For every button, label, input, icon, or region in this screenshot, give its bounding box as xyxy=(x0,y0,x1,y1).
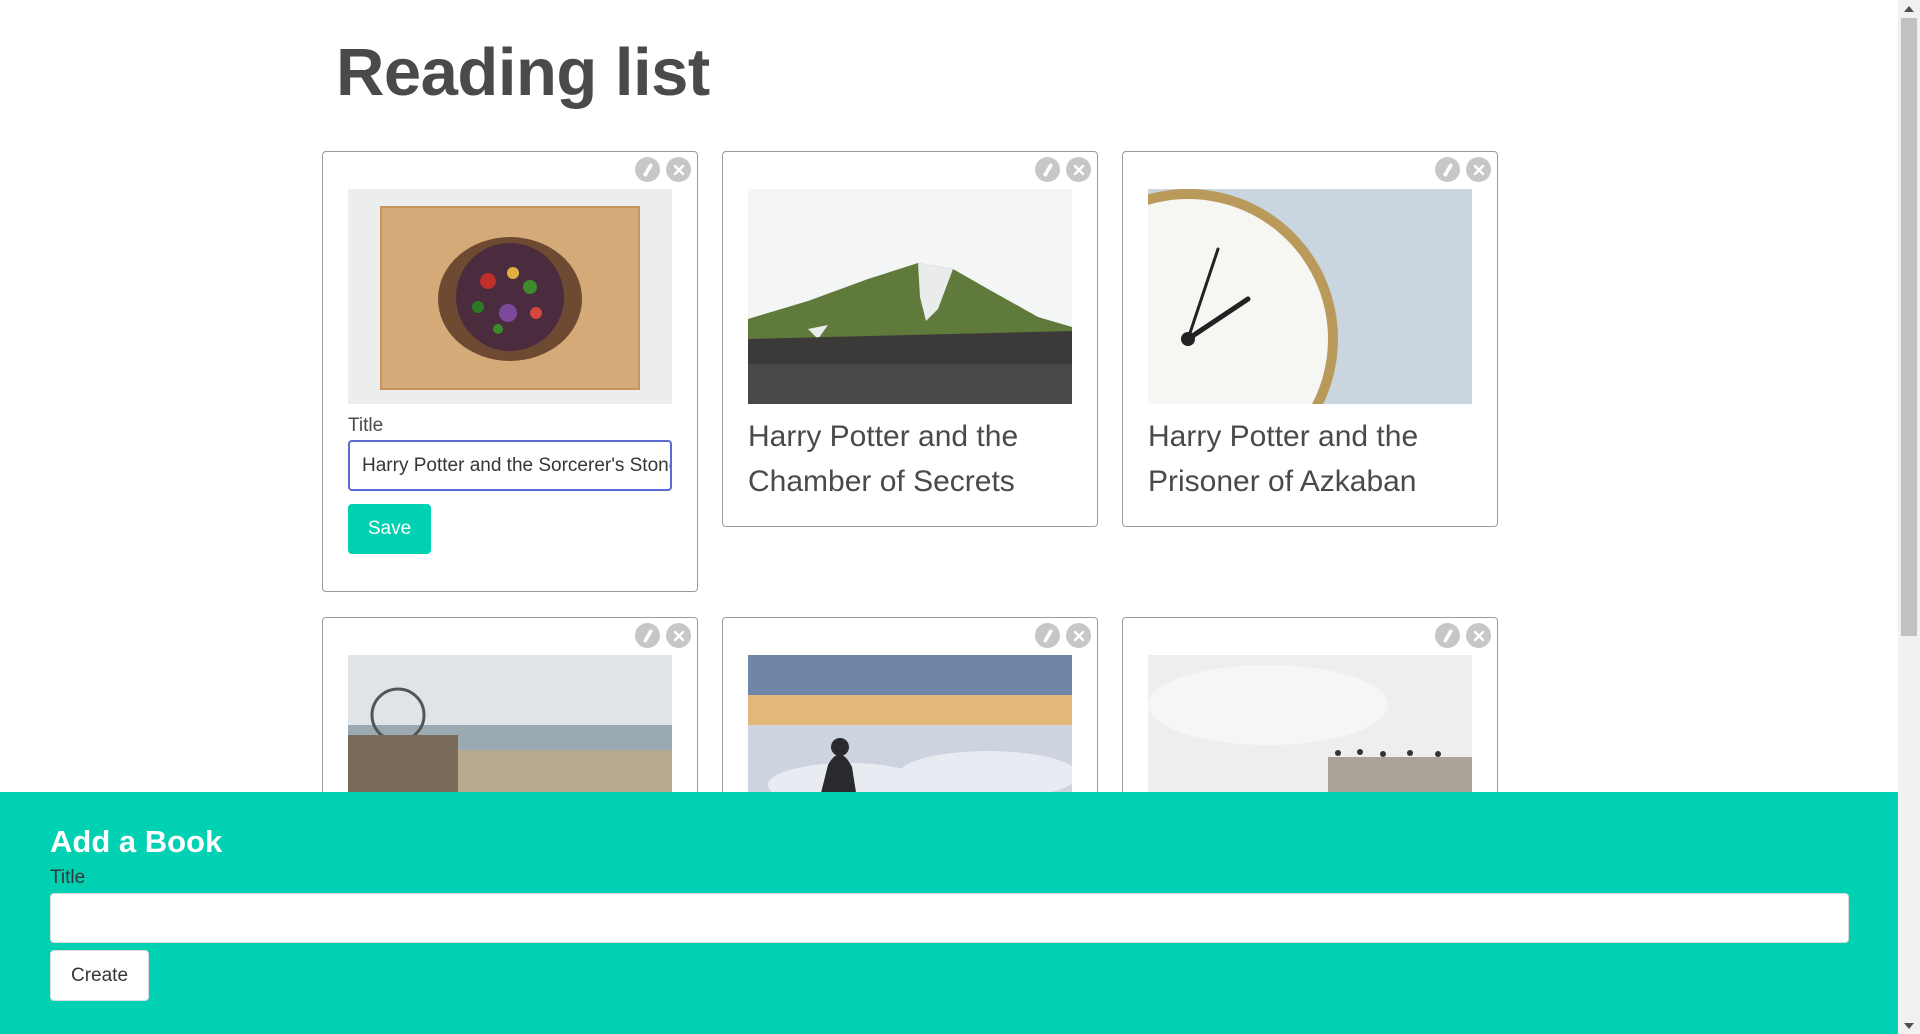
book-title: Harry Potter and the Chamber of Secrets xyxy=(748,420,1019,498)
card-actions xyxy=(1435,157,1491,182)
close-icon[interactable] xyxy=(666,157,691,182)
book-card[interactable] xyxy=(322,617,698,855)
scroll-up-icon[interactable] xyxy=(1898,0,1920,17)
create-button[interactable]: Create xyxy=(50,950,149,1001)
card-actions xyxy=(1035,623,1091,648)
pencil-icon[interactable] xyxy=(1035,157,1060,182)
card-actions xyxy=(1035,157,1091,182)
close-icon[interactable] xyxy=(1466,157,1491,182)
save-button[interactable]: Save xyxy=(348,504,431,554)
pencil-icon[interactable] xyxy=(1435,157,1460,182)
book-cover-image xyxy=(1148,189,1472,404)
pencil-icon[interactable] xyxy=(1435,623,1460,648)
scrollbar-thumb[interactable] xyxy=(1901,18,1917,636)
pencil-icon[interactable] xyxy=(635,157,660,182)
card-actions xyxy=(1435,623,1491,648)
close-icon[interactable] xyxy=(666,623,691,648)
add-title-label: Title xyxy=(50,867,86,888)
close-icon[interactable] xyxy=(1066,157,1091,182)
book-cover-image xyxy=(748,189,1072,404)
card-actions xyxy=(635,157,691,182)
book-card: Title Harry Potter and the Sorcerer's St… xyxy=(322,151,698,592)
add-book-panel: Add a Book Title Create xyxy=(0,792,1898,1034)
add-title-input[interactable] xyxy=(50,893,1849,943)
card-actions xyxy=(635,623,691,648)
book-card[interactable] xyxy=(722,617,1098,855)
book-card[interactable]: Harry Potter and the Chamber of Secrets xyxy=(722,151,1098,527)
vertical-scrollbar[interactable] xyxy=(1898,0,1920,1034)
edit-title-label: Title xyxy=(348,415,384,436)
scroll-down-icon[interactable] xyxy=(1898,1017,1920,1034)
app-viewport: Reading list Title Harry Potter and the … xyxy=(0,0,1920,1034)
page-title: Reading list xyxy=(336,35,710,110)
close-icon[interactable] xyxy=(1066,623,1091,648)
book-card[interactable] xyxy=(1122,617,1498,855)
book-card[interactable]: Harry Potter and the Prisoner of Azkaban xyxy=(1122,151,1498,527)
edit-title-input[interactable]: Harry Potter and the Sorcerer's Stone xyxy=(348,440,672,491)
book-cover-image xyxy=(348,189,672,404)
pencil-icon[interactable] xyxy=(635,623,660,648)
pencil-icon[interactable] xyxy=(1035,623,1060,648)
close-icon[interactable] xyxy=(1466,623,1491,648)
add-book-heading: Add a Book xyxy=(50,824,223,859)
book-title: Harry Potter and the Prisoner of Azkaban xyxy=(1148,420,1419,498)
